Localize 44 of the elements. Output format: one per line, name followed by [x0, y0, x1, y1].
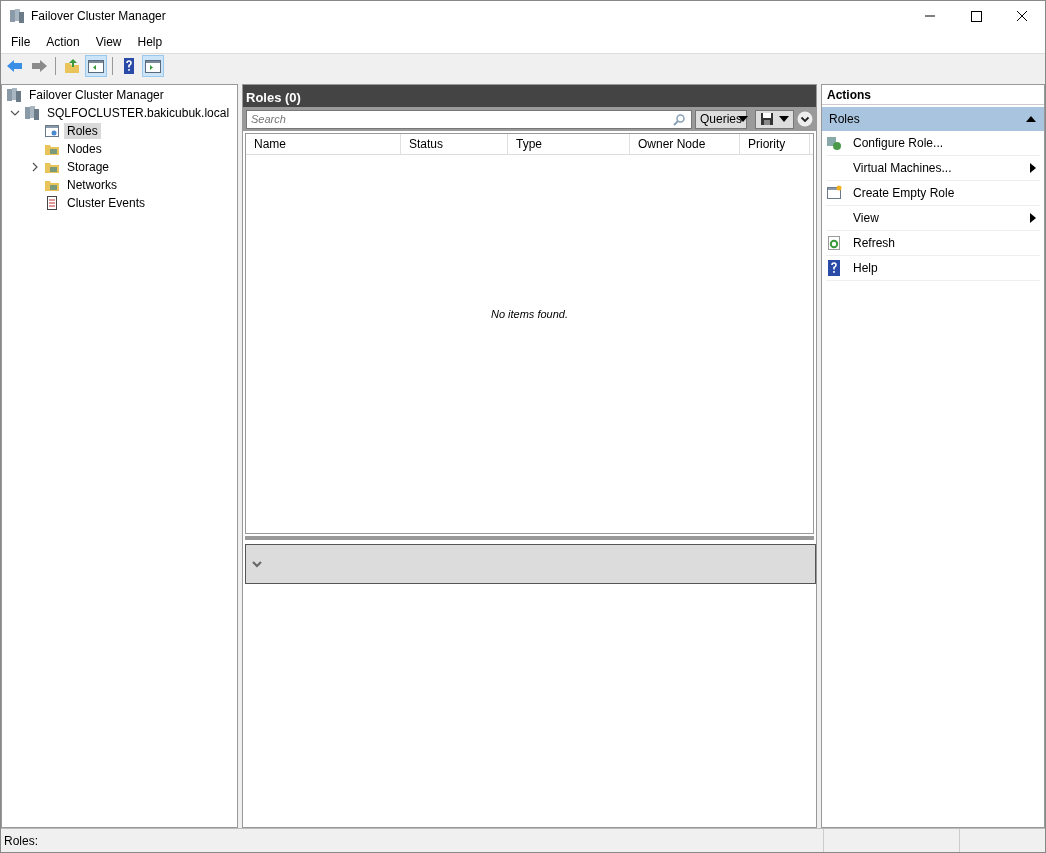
menu-item[interactable]: Help — [129, 35, 171, 49]
tree-item[interactable]: SQLFOCLUSTER.bakicubuk.local — [44, 105, 233, 121]
menu-item[interactable]: Action — [38, 35, 88, 49]
tree-item[interactable]: Networks — [64, 177, 120, 193]
tree-item[interactable]: Nodes — [64, 141, 105, 157]
pane-menu-item[interactable]: Configure Role... — [826, 131, 1040, 156]
column-header[interactable]: Priority — [740, 134, 810, 154]
tree-item[interactable]: Roles — [64, 123, 101, 139]
pane-menu-item[interactable]: Virtual Machines... — [826, 156, 1040, 181]
status-text: Roles: — [3, 833, 39, 850]
menu-item[interactable]: View — [87, 35, 130, 49]
actions-title: Actions — [827, 88, 871, 102]
chevron-down-icon[interactable] — [252, 560, 262, 568]
search-icon — [671, 112, 686, 127]
column-header[interactable]: Name — [246, 134, 401, 154]
expand-circle-icon[interactable] — [797, 111, 813, 127]
column-header[interactable]: Type — [508, 134, 630, 154]
column-header[interactable]: Status — [401, 134, 508, 154]
pane-menu-item[interactable]: Create Empty Role — [826, 181, 1040, 206]
refresh-icon — [826, 235, 842, 251]
pane-menu-item[interactable]: Refresh — [826, 231, 1040, 256]
caret-icon — [779, 116, 789, 122]
pane-menu-item[interactable]: Help — [826, 256, 1040, 281]
save-button[interactable] — [755, 109, 794, 129]
actions-section-header[interactable]: Roles — [822, 107, 1044, 131]
action-pane-icon[interactable] — [142, 55, 164, 77]
help-icon — [826, 260, 842, 276]
search-field[interactable]: Search — [246, 109, 692, 129]
menu-item[interactable]: File — [3, 35, 39, 49]
tree-item[interactable]: Cluster Events — [64, 195, 149, 211]
empty-message: No items found. — [490, 308, 568, 320]
tree-item[interactable]: Storage — [64, 159, 113, 175]
window-title: Failover Cluster Manager — [31, 9, 167, 23]
submenu-arrow-icon — [1030, 163, 1036, 173]
pane-title: Roles (0) — [246, 90, 301, 105]
chevron-down-icon[interactable] — [10, 108, 20, 118]
chevron-right-icon[interactable] — [30, 162, 40, 172]
tree-item[interactable]: Failover Cluster Manager — [26, 87, 167, 103]
tree-pane-icon[interactable] — [85, 55, 107, 77]
column-header[interactable]: Owner Node — [630, 134, 740, 154]
submenu-arrow-icon — [1030, 213, 1036, 223]
collapse-caret-icon — [1026, 116, 1036, 122]
pane-menu-item[interactable]: View — [826, 206, 1040, 231]
queries-button[interactable]: Queries — [694, 109, 747, 129]
